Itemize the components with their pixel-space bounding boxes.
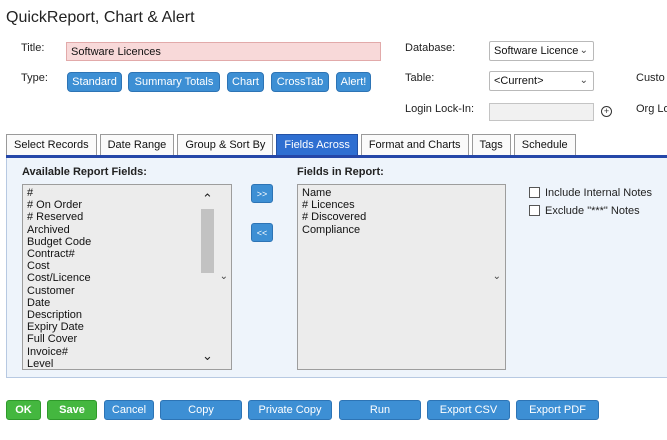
available-field-item[interactable]: Customer xyxy=(27,285,227,297)
login-lock-input[interactable] xyxy=(489,103,594,121)
available-field-item[interactable]: # On Order xyxy=(27,199,227,211)
in-report-fields-list[interactable]: Name # Licences # Discovered Compliance ⌄ xyxy=(297,184,506,370)
chevron-down-icon: ⌄ xyxy=(579,75,588,86)
run-button[interactable]: Run xyxy=(339,400,421,420)
type-standard-button[interactable]: Standard xyxy=(67,72,122,92)
type-crosstab-button[interactable]: CrossTab xyxy=(271,72,329,92)
available-fields-header: Available Report Fields: xyxy=(22,166,147,178)
tab-tags[interactable]: Tags xyxy=(471,134,511,156)
available-field-item[interactable]: # xyxy=(27,187,227,199)
type-label: Type: xyxy=(21,72,48,84)
private-copy-button[interactable]: Private Copy xyxy=(248,400,332,420)
chevron-down-icon: ⌄ xyxy=(579,45,588,56)
report-field-item[interactable]: Compliance xyxy=(302,224,501,236)
cancel-button[interactable]: Cancel xyxy=(104,400,154,420)
database-select-value: Software Licence xyxy=(494,45,579,57)
report-field-item[interactable]: Name xyxy=(302,187,501,199)
export-pdf-button[interactable]: Export PDF xyxy=(516,400,599,420)
exclude-notes-label: Exclude "***" Notes xyxy=(545,205,640,217)
page-title: QuickReport, Chart & Alert xyxy=(6,9,195,26)
add-field-button[interactable]: >> xyxy=(251,184,273,203)
remove-field-button[interactable]: << xyxy=(251,223,273,242)
database-label: Database: xyxy=(405,42,456,54)
scrollbar-thumb[interactable] xyxy=(201,209,214,273)
available-field-item[interactable]: Expiry Date xyxy=(27,321,227,333)
include-internal-notes-label: Include Internal Notes xyxy=(545,187,653,199)
tab-bar: Select Records Date Range Group & Sort B… xyxy=(6,134,576,156)
database-select[interactable]: Software Licence ⌄ xyxy=(489,41,594,61)
type-summary-totals-button[interactable]: Summary Totals xyxy=(128,72,220,92)
type-alert-button[interactable]: Alert! xyxy=(336,72,371,92)
available-field-item[interactable]: Budget Code xyxy=(27,236,227,248)
tab-schedule[interactable]: Schedule xyxy=(513,134,576,156)
login-lock-label: Login Lock-In: xyxy=(405,103,475,115)
chevron-up-icon[interactable]: ⌃ xyxy=(202,192,213,205)
available-field-item[interactable]: Description xyxy=(27,309,227,321)
table-select-value: <Current> xyxy=(494,75,544,87)
export-csv-button[interactable]: Export CSV xyxy=(427,400,510,420)
custom-label: Custo xyxy=(636,72,665,84)
report-field-item[interactable]: # Discovered xyxy=(302,211,501,223)
available-field-item[interactable]: Level xyxy=(27,358,227,369)
copy-button[interactable]: Copy xyxy=(160,400,242,420)
table-label: Table: xyxy=(405,72,435,84)
available-field-item[interactable]: Cost/Licence xyxy=(27,272,227,284)
available-field-item[interactable]: Invoice# xyxy=(27,346,227,358)
report-field-item[interactable]: # Licences xyxy=(302,199,501,211)
available-field-item[interactable]: # Reserved xyxy=(27,211,227,223)
tab-date-range[interactable]: Date Range xyxy=(99,134,175,156)
type-chart-button[interactable]: Chart xyxy=(227,72,264,92)
available-fields-list[interactable]: # # On Order # Reserved Archived Budget Code… xyxy=(22,184,232,370)
scrollbar[interactable]: ⌃ ⌄ xyxy=(199,185,217,369)
ok-button[interactable]: OK xyxy=(6,400,41,420)
in-report-fields-header: Fields in Report: xyxy=(297,166,384,178)
available-field-item[interactable]: Cost xyxy=(27,260,227,272)
chevron-down-icon: ⌄ xyxy=(492,271,501,282)
table-select[interactable]: <Current> ⌄ xyxy=(489,71,594,91)
title-label: Title: xyxy=(21,42,45,54)
tab-group-sort-by[interactable]: Group & Sort By xyxy=(177,134,274,156)
available-field-item[interactable]: Contract# xyxy=(27,248,227,260)
available-field-item[interactable]: Date xyxy=(27,297,227,309)
tab-format-and-charts[interactable]: Format and Charts xyxy=(360,134,469,156)
title-input[interactable] xyxy=(66,42,381,61)
tab-fields-across[interactable]: Fields Across xyxy=(276,134,358,156)
available-field-item[interactable]: Archived xyxy=(27,224,227,236)
available-field-item[interactable]: Full Cover xyxy=(27,333,227,345)
chevron-down-icon: ⌄ xyxy=(219,271,228,282)
org-label: Org Lo xyxy=(636,103,667,115)
exclude-notes-checkbox[interactable] xyxy=(529,205,540,216)
save-button[interactable]: Save xyxy=(47,400,97,420)
add-circle-icon[interactable]: + xyxy=(601,106,612,117)
tab-select-records[interactable]: Select Records xyxy=(6,134,97,156)
chevron-down-icon[interactable]: ⌄ xyxy=(202,349,213,362)
include-internal-notes-checkbox[interactable] xyxy=(529,187,540,198)
